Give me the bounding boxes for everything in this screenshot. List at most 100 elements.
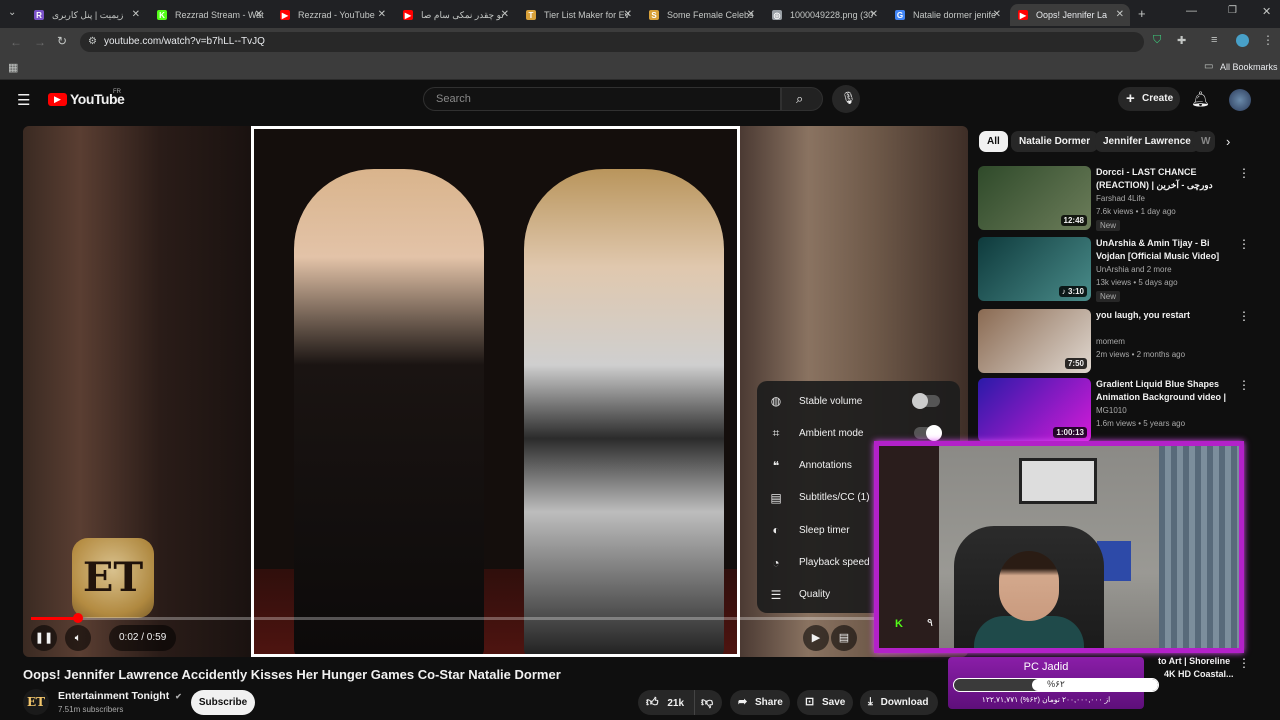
streamer-head bbox=[999, 551, 1059, 621]
window-close-icon[interactable]: ✕ bbox=[1262, 5, 1271, 18]
recommendation-thumbnail[interactable]: 1:00:13 bbox=[978, 378, 1091, 442]
tab-close-icon[interactable]: ✕ bbox=[1116, 9, 1124, 20]
hamburger-menu-icon[interactable]: ☰ bbox=[17, 91, 30, 109]
more-actions-icon[interactable]: ⋮ bbox=[1238, 237, 1250, 251]
settings-toggle[interactable] bbox=[914, 425, 942, 442]
settings-item[interactable]: ◍ Stable volume bbox=[757, 385, 960, 417]
youtube-logo-icon[interactable]: ▶ bbox=[48, 93, 67, 106]
chevron-right-icon[interactable]: › bbox=[1226, 134, 1230, 149]
recommendation-channel[interactable]: UnArshia and 2 more bbox=[1096, 265, 1172, 274]
more-actions-icon[interactable]: ⋮ bbox=[1238, 378, 1250, 392]
browser-tab[interactable]: K Rezzrad Stream - Wat ✕ bbox=[149, 4, 269, 26]
tab-close-icon[interactable]: ✕ bbox=[624, 9, 632, 20]
search-button[interactable]: ⌕ bbox=[781, 87, 823, 111]
browser-tab[interactable]: ◎ 1000049228.png (30 ✕ bbox=[764, 4, 884, 26]
tab-title: Some Female Celebs bbox=[667, 10, 754, 20]
channel-avatar[interactable]: ET bbox=[23, 689, 49, 715]
browser-tab[interactable]: ▶ Oops! Jennifer La ✕ bbox=[1010, 4, 1130, 26]
recommendation-channel[interactable]: momem bbox=[1096, 337, 1125, 346]
address-bar[interactable]: ⚙ youtube.com/watch?v=b7hLL--TvJQ bbox=[80, 32, 1144, 52]
playback-speed-icon: ◔ bbox=[772, 555, 780, 570]
channel-name[interactable]: Entertainment Tonight ✔ bbox=[58, 690, 182, 702]
recommendation-item[interactable]: 1:00:13 Gradient Liquid Blue Shapes Anima… bbox=[978, 378, 1250, 442]
tab-title: Rezzrad Stream - Wat bbox=[175, 10, 264, 20]
search-input[interactable]: Search bbox=[423, 87, 781, 111]
person-left bbox=[294, 169, 484, 654]
pause-button[interactable]: ❚❚ bbox=[31, 625, 57, 651]
recommendation-title[interactable]: Gradient Liquid Blue Shapes Animation Ba… bbox=[1096, 378, 1231, 404]
save-button[interactable]: ⊡ Save bbox=[797, 690, 853, 715]
ambient-mode-icon: ⌗ bbox=[772, 425, 780, 440]
autoplay-toggle[interactable]: ▶ bbox=[803, 625, 829, 651]
forward-icon[interactable]: → bbox=[34, 35, 46, 49]
site-info-icon[interactable]: ⚙ bbox=[88, 32, 97, 52]
notifications-bell-icon[interactable]: 🔔︎ bbox=[1191, 90, 1210, 108]
more-actions-icon[interactable]: ⋮ bbox=[1238, 166, 1250, 180]
chip-all[interactable]: All bbox=[979, 131, 1008, 152]
recommendation-item[interactable]: 12:48 Dorcci - LAST CHANCE (REACTION) | د… bbox=[978, 166, 1250, 231]
tab-title: Natalie dormer jenife bbox=[913, 10, 997, 20]
recommendation-thumbnail[interactable]: 12:48 bbox=[978, 166, 1091, 230]
settings-toggle[interactable] bbox=[912, 393, 940, 409]
subtitles-button[interactable]: ▤ bbox=[831, 625, 857, 651]
shield-extension-icon[interactable]: ⛉ bbox=[1153, 34, 1161, 47]
all-bookmarks-link[interactable]: All Bookmarks bbox=[1220, 62, 1278, 72]
recommendation-channel[interactable]: Farshad 4Life bbox=[1096, 194, 1145, 203]
recommendation-title[interactable]: UnArshia & Amin Tijay - Bi Vojdan [Offic… bbox=[1096, 237, 1231, 262]
recommendation-thumbnail[interactable]: ♪ 3:10 bbox=[978, 237, 1091, 301]
back-icon[interactable]: ← bbox=[10, 35, 22, 49]
like-button[interactable]: 👍︎ 21k bbox=[638, 690, 694, 715]
chip-jennifer-lawrence[interactable]: Jennifer Lawrence bbox=[1095, 131, 1199, 152]
reload-icon[interactable]: ↻ bbox=[57, 34, 67, 48]
browser-tab[interactable]: G Natalie dormer jenife ✕ bbox=[887, 4, 1007, 26]
tab-close-icon[interactable]: ✕ bbox=[378, 9, 386, 20]
partial-rec-title[interactable]: to Art | Shoreline bbox=[1158, 656, 1230, 666]
tab-close-icon[interactable]: ✕ bbox=[255, 9, 263, 20]
progress-bar[interactable] bbox=[31, 613, 960, 623]
partial-rec-menu-icon[interactable]: ⋮ bbox=[1238, 656, 1250, 670]
extensions-icon[interactable]: ✚ bbox=[1177, 34, 1186, 47]
chip-natalie-dormer[interactable]: Natalie Dormer bbox=[1011, 131, 1099, 152]
recommendation-title[interactable]: Dorcci - LAST CHANCE (REACTION) | دورچی … bbox=[1096, 166, 1231, 192]
tab-close-icon[interactable]: ✕ bbox=[993, 9, 1001, 20]
browser-tab[interactable]: S Some Female Celebs ✕ bbox=[641, 4, 761, 26]
browser-tab[interactable]: R زیمیت | پنل کاربری ✕ bbox=[26, 4, 146, 26]
minimize-icon[interactable]: — bbox=[1186, 5, 1197, 17]
more-actions-icon[interactable]: ⋮ bbox=[1238, 309, 1250, 323]
recommendation-item[interactable]: ♪ 3:10 UnArshia & Amin Tijay - Bi Vojdan … bbox=[978, 237, 1250, 302]
share-button[interactable]: ➦ Share bbox=[730, 690, 790, 715]
recommendation-title[interactable]: you laugh, you restart bbox=[1096, 309, 1231, 322]
restore-icon[interactable]: ❐ bbox=[1228, 5, 1237, 16]
tab-close-icon[interactable]: ✕ bbox=[501, 9, 509, 20]
create-button[interactable]: + Create bbox=[1118, 87, 1180, 111]
tab-close-icon[interactable]: ✕ bbox=[132, 9, 140, 20]
browser-tab[interactable]: T Tier List Maker for Ev ✕ bbox=[518, 4, 638, 26]
recommendation-item[interactable]: 7:50 you laugh, you restart momem 2m views … bbox=[978, 309, 1250, 373]
apps-grid-icon[interactable]: ▦ bbox=[8, 61, 18, 74]
mute-button[interactable]: 🔈︎ bbox=[65, 625, 91, 651]
tab-close-icon[interactable]: ✕ bbox=[870, 9, 878, 20]
recommendation-channel[interactable]: MG1010 bbox=[1096, 406, 1127, 415]
duration-badge: 7:50 bbox=[1064, 358, 1087, 369]
browser-menu-icon[interactable]: ⋮ bbox=[1262, 33, 1274, 47]
reading-list-icon[interactable]: ≡ bbox=[1211, 34, 1217, 46]
dislike-button[interactable]: 👎︎ bbox=[694, 690, 722, 715]
subscribe-button[interactable]: Subscribe bbox=[191, 690, 255, 715]
browser-tab[interactable]: ▶ تو چقدر نمکی سام صا ✕ bbox=[395, 4, 515, 26]
settings-item-label: Sleep timer bbox=[799, 524, 850, 536]
new-tab-icon[interactable]: + bbox=[1138, 6, 1146, 21]
voice-search-button[interactable]: 🎙︎ bbox=[832, 85, 860, 113]
channel-name-text: Entertainment Tonight bbox=[58, 690, 170, 702]
partial-rec-subtitle[interactable]: 4K HD Coastal... bbox=[1164, 669, 1234, 679]
chip-more[interactable]: W bbox=[1193, 131, 1215, 152]
browser-tab[interactable]: ▶ Rezzrad - YouTube ✕ bbox=[272, 4, 392, 26]
tab-title: Oops! Jennifer La bbox=[1036, 10, 1108, 20]
create-label: Create bbox=[1142, 93, 1174, 104]
tab-close-icon[interactable]: ✕ bbox=[747, 9, 755, 20]
tab-search-icon[interactable]: ⌄ bbox=[8, 7, 16, 18]
recommendation-thumbnail[interactable]: 7:50 bbox=[978, 309, 1091, 373]
download-button[interactable]: ⤓ Download bbox=[860, 690, 938, 715]
profile-avatar-icon[interactable] bbox=[1236, 34, 1249, 47]
account-avatar[interactable] bbox=[1229, 89, 1251, 111]
settings-item-label: Playback speed bbox=[799, 557, 870, 568]
